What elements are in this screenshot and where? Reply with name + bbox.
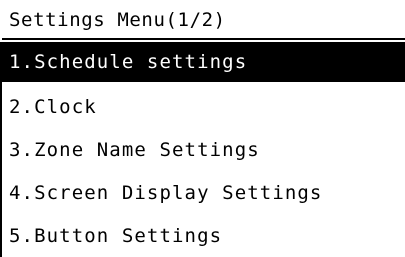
left-border — [0, 42, 2, 257]
settings-screen: Settings Menu(1/2) 1.Schedule settings 2… — [0, 0, 405, 257]
menu-item-zone-name-settings[interactable]: 3.Zone Name Settings — [0, 130, 405, 170]
title-divider — [2, 38, 405, 40]
menu-item-clock[interactable]: 2.Clock — [0, 87, 405, 127]
menu-item-button-settings[interactable]: 5.Button Settings — [0, 216, 405, 256]
menu-item-screen-display-settings[interactable]: 4.Screen Display Settings — [0, 173, 405, 213]
settings-menu-list: 1.Schedule settings 2.Clock 3.Zone Name … — [0, 42, 405, 257]
menu-title: Settings Menu(1/2) — [9, 9, 226, 31]
menu-item-schedule-settings[interactable]: 1.Schedule settings — [0, 42, 405, 82]
